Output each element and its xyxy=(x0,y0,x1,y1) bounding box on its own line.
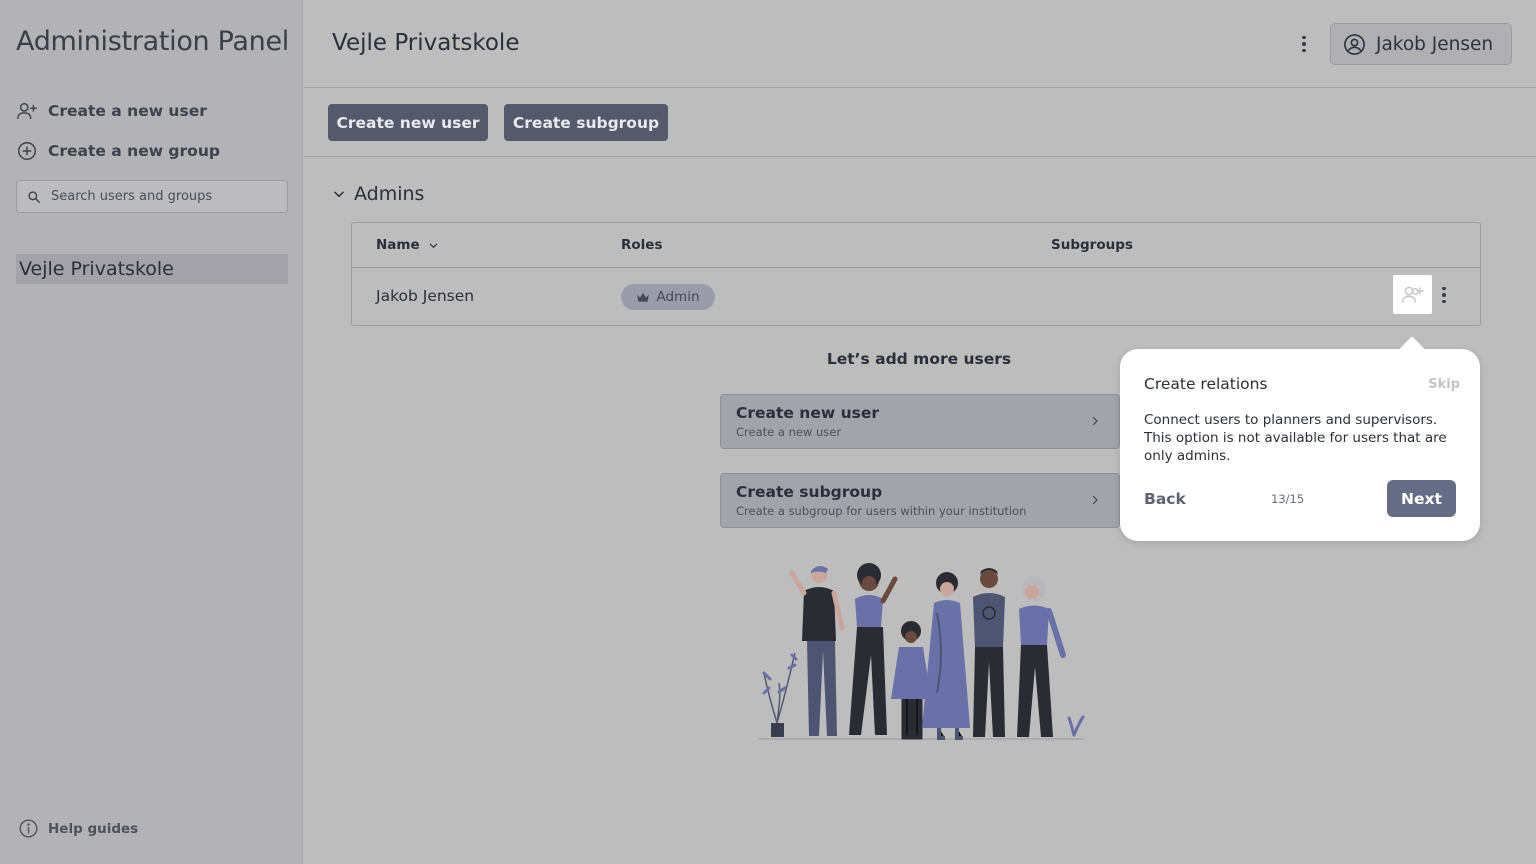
kebab-dot xyxy=(1302,48,1306,53)
info-icon xyxy=(19,819,38,838)
column-header-roles: Roles xyxy=(621,237,663,253)
user-circle-icon xyxy=(1344,33,1365,55)
empty-state-heading: Let’s add more users xyxy=(826,350,1012,368)
tour-skip-button[interactable]: Skip xyxy=(1428,377,1460,392)
card-title: Create new user xyxy=(736,404,879,422)
table-header: Name Roles Subgroups xyxy=(352,223,1480,268)
column-header-name[interactable]: Name xyxy=(376,237,439,253)
chevron-right-icon xyxy=(1092,495,1098,505)
main-content: Vejle Privatskole Jakob Jensen Create ne… xyxy=(304,0,1536,864)
top-bar: Vejle Privatskole Jakob Jensen xyxy=(304,0,1536,88)
create-new-user-button[interactable]: Create new user xyxy=(328,104,488,141)
column-header-subgroups: Subgroups xyxy=(1051,237,1133,253)
search-icon xyxy=(28,190,40,203)
user-name: Jakob Jensen xyxy=(1376,33,1494,55)
admins-section-toggle[interactable]: Admins xyxy=(332,183,424,205)
create-user-label: Create a new user xyxy=(48,102,207,120)
sidebar: Administration Panel Create a new user C… xyxy=(0,0,303,864)
toolbar: Create new user Create subgroup xyxy=(304,88,1536,157)
role-badge: Admin xyxy=(621,284,715,310)
crown-icon xyxy=(637,292,650,302)
add-user-icon xyxy=(1401,286,1424,303)
kebab-dot xyxy=(1442,286,1446,291)
column-label: Subgroups xyxy=(1051,237,1133,253)
search-input[interactable] xyxy=(51,189,271,204)
tour-back-button[interactable]: Back xyxy=(1144,490,1186,508)
tour-step-counter: 13/15 xyxy=(1271,492,1305,506)
page-title: Vejle Privatskole xyxy=(332,30,520,56)
create-relations-button[interactable] xyxy=(1393,275,1432,314)
tour-title: Create relations xyxy=(1144,375,1268,393)
chevron-down-icon xyxy=(334,191,344,198)
create-user-link[interactable]: Create a new user xyxy=(16,100,207,122)
more-options-button[interactable] xyxy=(1294,32,1314,56)
card-title: Create subgroup xyxy=(736,483,883,501)
column-label: Roles xyxy=(621,237,663,253)
add-user-icon xyxy=(17,102,37,120)
tour-body: Connect users to planners and supervisor… xyxy=(1144,412,1447,464)
kebab-dot xyxy=(1442,293,1446,297)
create-group-label: Create a new group xyxy=(48,142,220,160)
role-label: Admin xyxy=(656,289,700,305)
user-menu-button[interactable]: Jakob Jensen xyxy=(1330,23,1512,65)
kebab-dot xyxy=(1302,35,1306,40)
tour-popover: Create relations Skip Connect users to p… xyxy=(1120,349,1480,541)
admins-table: Name Roles Subgroups Jakob Jensen Admin xyxy=(351,222,1481,326)
create-user-card[interactable]: Create new user Create a new user xyxy=(720,394,1120,449)
tree-item-institution[interactable]: Vejle Privatskole xyxy=(16,254,288,284)
sort-chevron-icon xyxy=(429,243,437,248)
tree-item-label: Vejle Privatskole xyxy=(19,258,174,280)
help-guides-label: Help guides xyxy=(48,820,139,837)
tour-next-button[interactable]: Next xyxy=(1387,480,1456,517)
chevron-right-icon xyxy=(1092,416,1098,426)
section-title: Admins xyxy=(354,183,425,205)
help-guides-link[interactable]: Help guides xyxy=(18,818,138,839)
create-group-link[interactable]: Create a new group xyxy=(16,140,220,162)
kebab-dot xyxy=(1302,42,1306,46)
search-box[interactable] xyxy=(16,180,288,213)
create-subgroup-button[interactable]: Create subgroup xyxy=(504,104,668,141)
card-subtitle: Create a subgroup for users within your … xyxy=(736,504,1027,518)
column-label: Name xyxy=(376,237,420,253)
kebab-dot xyxy=(1442,299,1446,304)
create-subgroup-card[interactable]: Create subgroup Create a subgroup for us… xyxy=(720,473,1120,528)
card-subtitle: Create a new user xyxy=(736,425,842,439)
people-illustration xyxy=(759,563,1085,740)
app-title: Administration Panel xyxy=(16,26,289,57)
user-name-cell[interactable]: Jakob Jensen xyxy=(376,287,474,305)
plus-circle-icon xyxy=(18,142,36,160)
row-options-button[interactable] xyxy=(1435,283,1453,307)
